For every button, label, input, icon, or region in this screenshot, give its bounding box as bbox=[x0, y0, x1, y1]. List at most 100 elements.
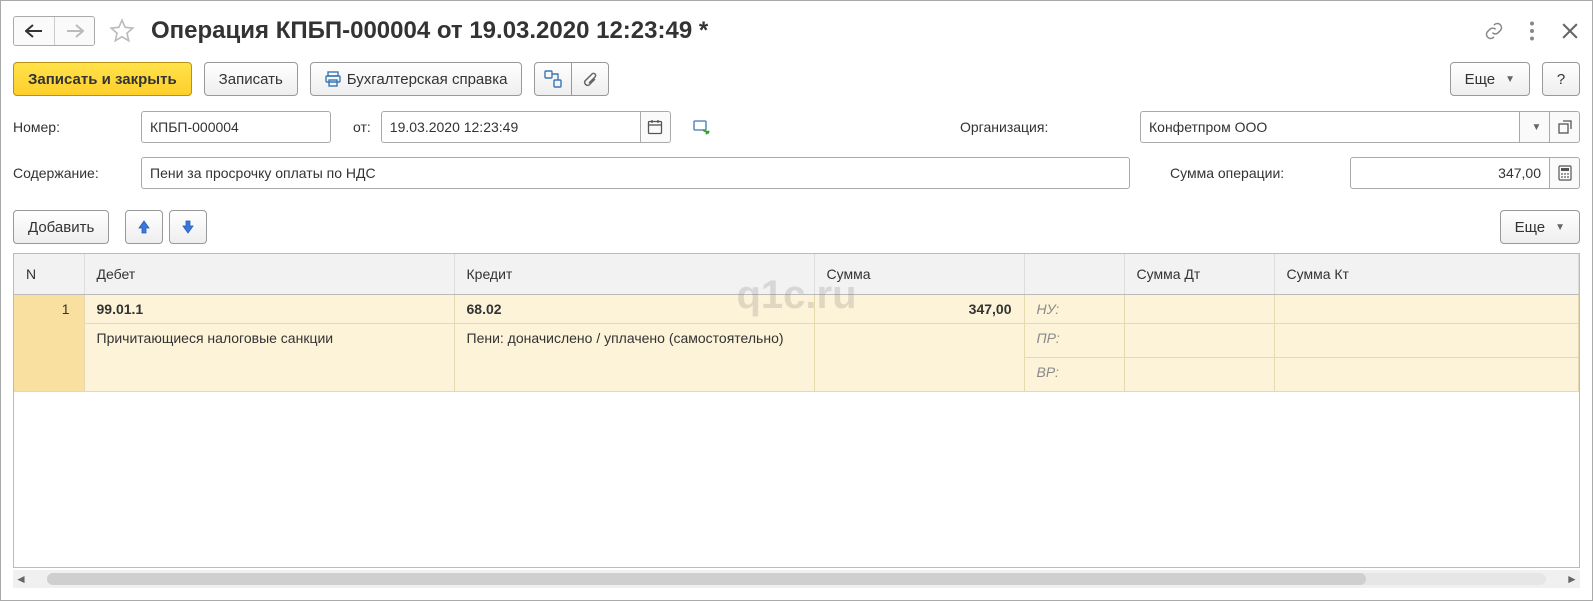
cell-credit-acct[interactable]: 68.02 bbox=[454, 294, 814, 323]
cell-extra-nu[interactable]: НУ: bbox=[1024, 294, 1124, 323]
move-down-button[interactable] bbox=[169, 210, 207, 244]
command-toolbar: Записать и закрыть Записать Бухгалтерска… bbox=[13, 57, 1580, 101]
more-button[interactable]: Еще ▼ bbox=[1450, 62, 1530, 96]
number-label: Номер: bbox=[13, 119, 131, 135]
save-button[interactable]: Записать bbox=[204, 62, 298, 96]
arrow-left-icon bbox=[25, 24, 43, 38]
close-icon bbox=[1562, 23, 1578, 39]
cell-debit-analytics[interactable]: Причитающиеся налоговые санкции bbox=[84, 323, 454, 391]
chevron-down-icon: ▼ bbox=[1505, 74, 1515, 85]
link-button[interactable] bbox=[1484, 21, 1504, 41]
table-row[interactable]: 1 99.01.1 68.02 347,00 НУ: bbox=[14, 294, 1579, 323]
horizontal-scrollbar[interactable]: ◄ ► bbox=[13, 570, 1580, 588]
table-toolbar: Добавить Еще ▼ bbox=[13, 207, 1580, 247]
row-desc-sum: Содержание: Пени за просрочку оплаты по … bbox=[13, 155, 1580, 191]
vr-label: ВР: bbox=[1037, 364, 1059, 380]
accounting-report-label: Бухгалтерская справка bbox=[347, 71, 508, 88]
col-amount[interactable]: Сумма bbox=[814, 254, 1024, 294]
org-group: Конфетпром ООО ▼ bbox=[1140, 111, 1580, 143]
col-extra[interactable] bbox=[1024, 254, 1124, 294]
sum-label: Сумма операции: bbox=[1170, 165, 1340, 181]
cell-amount-dt-vr[interactable] bbox=[1124, 357, 1274, 391]
cell-credit-analytics[interactable]: Пени: доначислено / уплачено (самостояте… bbox=[454, 323, 814, 391]
favorite-button[interactable] bbox=[105, 14, 139, 48]
cell-amount-kt-nu[interactable] bbox=[1274, 294, 1579, 323]
org-open-button[interactable] bbox=[1550, 111, 1580, 143]
form-area: Номер: КПБП-000004 от: 19.03.2020 12:23:… bbox=[13, 109, 1580, 191]
cell-amount-dt-pr[interactable] bbox=[1124, 323, 1274, 357]
open-icon bbox=[1558, 120, 1572, 134]
kebab-menu-button[interactable] bbox=[1522, 21, 1542, 41]
cell-amount[interactable]: 347,00 bbox=[814, 294, 1024, 323]
calendar-icon bbox=[647, 119, 663, 135]
date-label: от: bbox=[353, 119, 371, 135]
cell-rownum: 1 bbox=[14, 294, 84, 391]
org-dropdown-button[interactable]: ▼ bbox=[1520, 111, 1550, 143]
paperclip-icon bbox=[582, 70, 598, 88]
cell-extra-pr[interactable]: ПР: bbox=[1024, 323, 1124, 357]
cell-amount-kt-pr[interactable] bbox=[1274, 323, 1579, 357]
attachments-button[interactable] bbox=[571, 62, 609, 96]
desc-label: Содержание: bbox=[13, 165, 131, 181]
nav-buttons bbox=[13, 16, 95, 46]
pr-label: ПР: bbox=[1037, 330, 1060, 346]
org-field[interactable]: Конфетпром ООО bbox=[1140, 111, 1520, 143]
forward-button[interactable] bbox=[54, 17, 94, 45]
date-group: 19.03.2020 12:23:49 bbox=[381, 111, 671, 143]
calendar-button[interactable] bbox=[641, 111, 671, 143]
calculator-icon bbox=[1558, 165, 1572, 181]
sum-field[interactable]: 347,00 bbox=[1350, 157, 1550, 189]
cell-debit-acct[interactable]: 99.01.1 bbox=[84, 294, 454, 323]
nu-label: НУ: bbox=[1037, 301, 1060, 317]
window: Операция КПБП-000004 от 19.03.2020 12:23… bbox=[0, 0, 1593, 601]
save-close-button[interactable]: Записать и закрыть bbox=[13, 62, 192, 96]
entries-table: N Дебет Кредит Сумма Сумма Дт Сумма Кт 1… bbox=[13, 253, 1580, 568]
arrow-down-icon bbox=[181, 219, 195, 235]
cell-amount-empty[interactable] bbox=[814, 323, 1024, 391]
add-row-button[interactable]: Добавить bbox=[13, 210, 109, 244]
dt-kt-icon bbox=[544, 70, 562, 88]
arrow-up-icon bbox=[137, 219, 151, 235]
chevron-down-icon: ▼ bbox=[1532, 122, 1542, 133]
cell-amount-dt-nu[interactable] bbox=[1124, 294, 1274, 323]
status-flag-button[interactable] bbox=[687, 119, 717, 135]
table-header-row: N Дебет Кредит Сумма Сумма Дт Сумма Кт bbox=[14, 254, 1579, 294]
cell-extra-vr[interactable]: ВР: bbox=[1024, 357, 1124, 391]
close-button[interactable] bbox=[1560, 21, 1580, 41]
titlebar: Операция КПБП-000004 от 19.03.2020 12:23… bbox=[13, 9, 1580, 53]
back-button[interactable] bbox=[14, 17, 54, 45]
desc-field[interactable]: Пени за просрочку оплаты по НДС bbox=[141, 157, 1130, 189]
col-amount-dt[interactable]: Сумма Дт bbox=[1124, 254, 1274, 294]
date-field[interactable]: 19.03.2020 12:23:49 bbox=[381, 111, 641, 143]
col-n[interactable]: N bbox=[14, 254, 84, 294]
printer-icon bbox=[325, 71, 341, 87]
scroll-thumb[interactable] bbox=[47, 573, 1366, 585]
page-title: Операция КПБП-000004 от 19.03.2020 12:23… bbox=[151, 17, 1478, 45]
move-up-button[interactable] bbox=[125, 210, 163, 244]
col-amount-kt[interactable]: Сумма Кт bbox=[1274, 254, 1579, 294]
table-more-button[interactable]: Еще ▼ bbox=[1500, 210, 1580, 244]
row-number-date-org: Номер: КПБП-000004 от: 19.03.2020 12:23:… bbox=[13, 109, 1580, 145]
accounting-report-button[interactable]: Бухгалтерская справка bbox=[310, 62, 523, 96]
link-icon bbox=[1484, 21, 1504, 41]
help-button[interactable]: ? bbox=[1542, 62, 1580, 96]
chevron-down-icon: ▼ bbox=[1555, 222, 1565, 233]
titlebar-actions bbox=[1484, 21, 1580, 41]
calculator-button[interactable] bbox=[1550, 157, 1580, 189]
dt-kt-button[interactable] bbox=[534, 62, 572, 96]
org-label: Организация: bbox=[960, 119, 1130, 135]
sum-group: 347,00 bbox=[1350, 157, 1580, 189]
scroll-track bbox=[47, 573, 1546, 585]
col-credit[interactable]: Кредит bbox=[454, 254, 814, 294]
star-icon bbox=[109, 18, 135, 44]
table-row-sub[interactable]: Причитающиеся налоговые санкции Пени: до… bbox=[14, 323, 1579, 357]
cell-amount-kt-vr[interactable] bbox=[1274, 357, 1579, 391]
move-row-buttons bbox=[125, 210, 207, 244]
col-debit[interactable]: Дебет bbox=[84, 254, 454, 294]
kebab-icon bbox=[1529, 21, 1535, 41]
number-field[interactable]: КПБП-000004 bbox=[141, 111, 331, 143]
table-more-label: Еще bbox=[1515, 219, 1546, 236]
scroll-left-icon: ◄ bbox=[13, 572, 29, 586]
more-label: Еще bbox=[1465, 71, 1496, 88]
status-flag-icon bbox=[693, 119, 711, 135]
